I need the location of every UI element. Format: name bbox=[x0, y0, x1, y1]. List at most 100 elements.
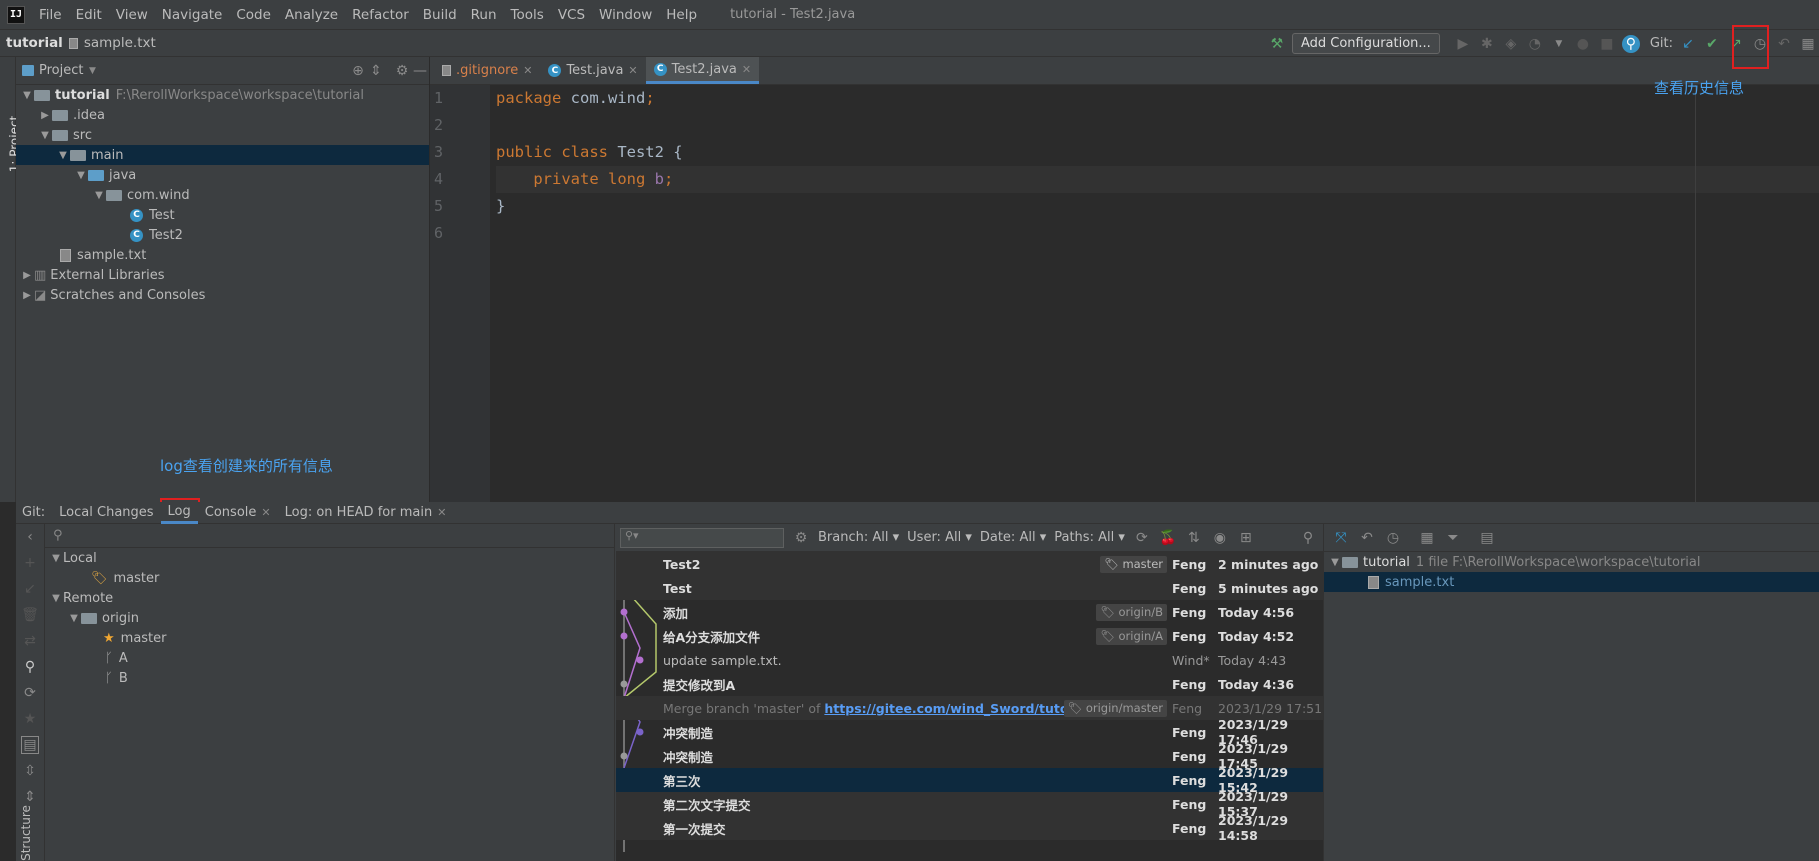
branch-search-input[interactable]: ⚲ bbox=[45, 524, 614, 548]
menu-vcs[interactable]: VCS bbox=[551, 7, 592, 23]
menu-window[interactable]: Window bbox=[592, 7, 659, 23]
chevron-down-icon[interactable]: ▼ bbox=[1328, 557, 1342, 568]
commit-row[interactable]: Test2 🏷 master Feng 2 minutes ago bbox=[616, 552, 1323, 576]
commit-row[interactable]: 第三次 Feng 2023/1/29 15:42 bbox=[616, 765, 1323, 795]
menu-help[interactable]: Help bbox=[659, 7, 704, 23]
tab-local-changes[interactable]: Local Changes bbox=[52, 502, 160, 524]
branch-origin-master[interactable]: ★ master bbox=[45, 628, 614, 648]
tree-node-com-wind[interactable]: ▼ com.wind bbox=[16, 185, 429, 205]
changed-root[interactable]: ▼ tutorial 1 file F:\RerollWorkspace\wor… bbox=[1324, 552, 1819, 572]
log-filter-input[interactable]: ⚲▾ bbox=[620, 527, 784, 548]
chevron-down-icon[interactable]: ▼ bbox=[49, 553, 63, 564]
tree-node-test2[interactable]: C Test2 bbox=[16, 225, 429, 245]
breadcrumb-file[interactable]: sample.txt bbox=[84, 35, 156, 51]
commit-row[interactable]: Merge branch 'master' of https://gitee.c… bbox=[616, 696, 1323, 720]
sort-icon[interactable]: ⇅ bbox=[1185, 529, 1203, 547]
git-rollback-icon[interactable]: ↶ bbox=[1775, 35, 1793, 53]
filter-icon[interactable]: ⏷ bbox=[1444, 529, 1462, 547]
group-by-icon[interactable]: ▦ bbox=[1418, 529, 1436, 547]
minimize-icon[interactable]: — bbox=[411, 62, 429, 80]
tree-node-java[interactable]: ▼ java bbox=[16, 165, 429, 185]
menu-file[interactable]: File bbox=[32, 7, 69, 23]
paths-filter[interactable]: Paths: All ▾ bbox=[1054, 530, 1125, 545]
tree-node-tutorial[interactable]: ▼ tutorial F:\RerollWorkspace\workspace\… bbox=[16, 85, 429, 105]
chevron-down-icon[interactable]: ▼ bbox=[20, 90, 34, 101]
menu-view[interactable]: View bbox=[109, 7, 155, 23]
show-diff-icon[interactable]: ⤧ bbox=[1332, 529, 1350, 547]
record-icon[interactable]: ● bbox=[1574, 35, 1592, 53]
chevron-down-icon[interactable]: ▼ bbox=[1550, 35, 1568, 53]
menu-refactor[interactable]: Refactor bbox=[345, 7, 416, 23]
menu-edit[interactable]: Edit bbox=[69, 7, 109, 23]
tab-console[interactable]: Console ✕ bbox=[198, 502, 278, 524]
project-structure-icon[interactable]: ▦ bbox=[1799, 35, 1817, 53]
branch-origin-a[interactable]: ᚴ A bbox=[45, 648, 614, 668]
code-content[interactable]: package com.wind; public class Test2 { p… bbox=[496, 85, 1819, 247]
tree-node-sample-txt[interactable]: sample.txt bbox=[16, 245, 429, 265]
run-icon[interactable]: ▶ bbox=[1454, 35, 1472, 53]
collapse-all-icon[interactable]: ⇕ bbox=[367, 62, 385, 80]
tree-node-idea[interactable]: ▶ .idea bbox=[16, 105, 429, 125]
commit-row[interactable]: update sample.txt. Wind* Today 4:43 bbox=[616, 648, 1323, 672]
search-icon[interactable]: ⚲ bbox=[1299, 529, 1317, 547]
collapse-all-icon[interactable]: ⇕ bbox=[21, 788, 39, 806]
commit-link[interactable]: https://gitee.com/wind_Sword/tutorial bbox=[824, 701, 1091, 716]
branch-remote-origin[interactable]: ▼ origin bbox=[45, 608, 614, 628]
branch-filter[interactable]: Branch: All ▾ bbox=[818, 530, 899, 545]
locate-file-icon[interactable]: ⊕ bbox=[349, 62, 367, 80]
gear-icon[interactable]: ⚙ bbox=[792, 529, 810, 547]
branch-group-local[interactable]: ▼ Local bbox=[45, 548, 614, 568]
close-icon[interactable]: ✕ bbox=[261, 506, 270, 519]
gear-icon[interactable]: ⚙ bbox=[393, 62, 411, 80]
tab-gitignore[interactable]: .gitignore ✕ bbox=[430, 57, 540, 84]
refresh-icon[interactable]: ⟳ bbox=[1133, 529, 1151, 547]
chevron-down-icon[interactable]: ▼ bbox=[67, 613, 81, 624]
profile-icon[interactable]: ◔ bbox=[1526, 35, 1544, 53]
layout-icon[interactable]: ▤ bbox=[1478, 529, 1496, 547]
date-filter[interactable]: Date: All ▾ bbox=[980, 530, 1046, 545]
branch-local-master[interactable]: 🏷 master bbox=[45, 568, 614, 588]
history-icon[interactable]: ◷ bbox=[1384, 529, 1402, 547]
tree-node-test[interactable]: C Test bbox=[16, 205, 429, 225]
debug-icon[interactable]: ✱ bbox=[1478, 35, 1496, 53]
add-icon[interactable]: + bbox=[21, 554, 39, 572]
close-icon[interactable]: ✕ bbox=[742, 63, 751, 76]
delete-icon[interactable]: 🗑 bbox=[21, 606, 39, 624]
commit-row[interactable]: 冲突制造 Feng 2023/1/29 17:45 bbox=[616, 741, 1323, 771]
close-icon[interactable]: ✕ bbox=[628, 64, 637, 77]
menu-tools[interactable]: Tools bbox=[504, 7, 551, 23]
tab-test-java[interactable]: C Test.java ✕ bbox=[540, 57, 645, 84]
compare-icon[interactable]: ⇄ bbox=[21, 632, 39, 650]
expand-all-icon[interactable]: ⇳ bbox=[21, 762, 39, 780]
branch-origin-b[interactable]: ᚴ B bbox=[45, 668, 614, 688]
revert-icon[interactable]: ↶ bbox=[1358, 529, 1376, 547]
commit-row[interactable]: 第二次文字提交 Feng 2023/1/29 15:37 bbox=[616, 789, 1323, 819]
commit-row[interactable]: 冲突制造 Feng 2023/1/29 17:46 bbox=[616, 717, 1323, 747]
stop-icon[interactable]: ■ bbox=[1598, 35, 1616, 53]
commit-row[interactable]: Test Feng 5 minutes ago bbox=[616, 576, 1323, 600]
tab-log[interactable]: Log bbox=[160, 502, 198, 524]
build-hammer-icon[interactable]: ⚒ bbox=[1268, 35, 1286, 53]
chevron-down-icon[interactable]: ▼ bbox=[49, 593, 63, 604]
breadcrumb-project[interactable]: tutorial bbox=[0, 35, 69, 51]
search-icon[interactable]: ⚲ bbox=[21, 658, 39, 676]
chevron-down-icon[interactable]: ▼ bbox=[83, 62, 101, 80]
chevron-down-icon[interactable]: ▼ bbox=[92, 190, 106, 201]
chevron-down-icon[interactable]: ▼ bbox=[38, 130, 52, 141]
menu-run[interactable]: Run bbox=[464, 7, 504, 23]
coverage-icon[interactable]: ◈ bbox=[1502, 35, 1520, 53]
cherry-pick-icon[interactable]: 🍒 bbox=[1159, 529, 1177, 547]
menu-navigate[interactable]: Navigate bbox=[155, 7, 230, 23]
menu-analyze[interactable]: Analyze bbox=[278, 7, 345, 23]
commit-row[interactable]: 添加 🏷 origin/B Feng Today 4:56 bbox=[616, 600, 1323, 624]
structure-tool-tab[interactable]: Structure bbox=[19, 805, 33, 861]
chevron-down-icon[interactable]: ▼ bbox=[74, 170, 88, 181]
tree-node-main[interactable]: ▼ main bbox=[16, 145, 429, 165]
add-configuration-button[interactable]: Add Configuration... bbox=[1291, 33, 1440, 54]
chevron-right-icon[interactable]: ▶ bbox=[20, 290, 34, 301]
commit-row[interactable]: 提交修改到A Feng Today 4:36 bbox=[616, 672, 1323, 696]
group-icon[interactable]: ▤ bbox=[21, 736, 39, 754]
tab-test2-java[interactable]: C Test2.java ✕ bbox=[645, 57, 760, 84]
fetch-icon[interactable]: ⟳ bbox=[21, 684, 39, 702]
new-tab-icon[interactable]: ⊞ bbox=[1237, 529, 1255, 547]
